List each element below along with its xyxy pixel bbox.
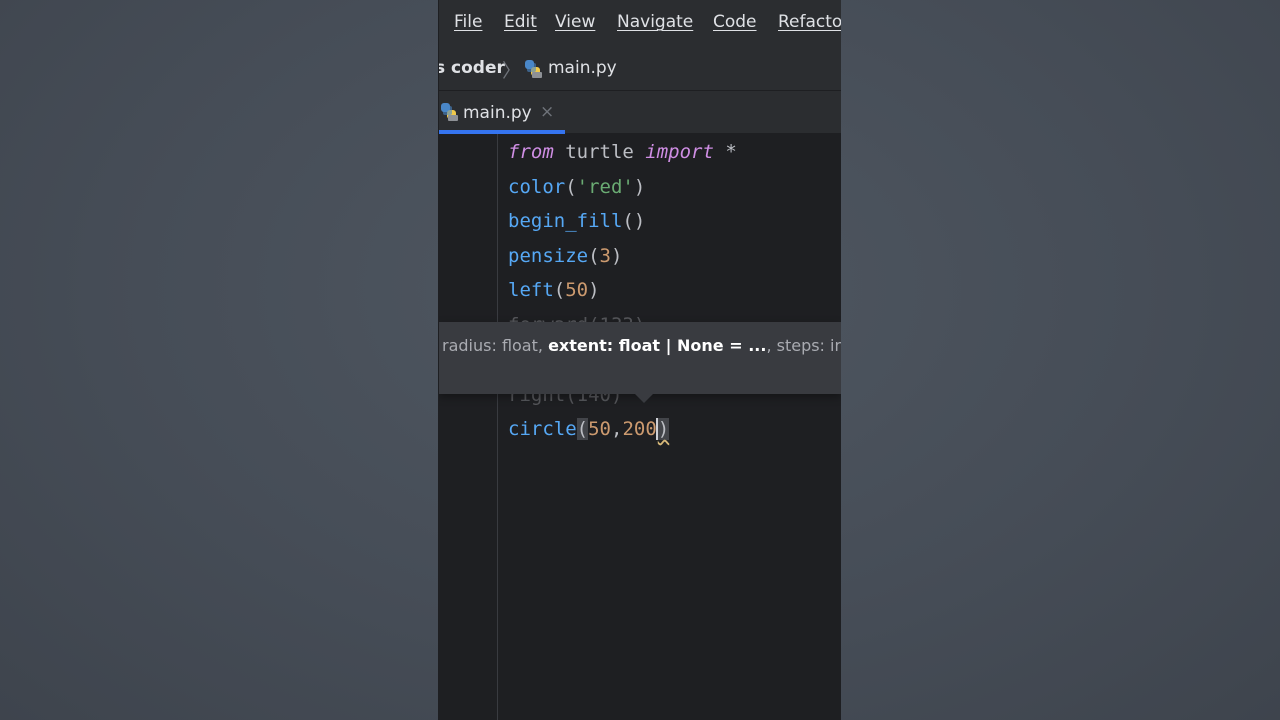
paren-open-highlighted: ( xyxy=(576,418,589,440)
code-line-5: left(50) xyxy=(508,278,600,302)
menu-code[interactable]: Code xyxy=(713,12,757,32)
parameter-info-popup: radius: float, extent: float | None = ..… xyxy=(439,322,841,394)
menu-file[interactable]: File xyxy=(454,12,482,32)
import-star: * xyxy=(713,141,737,163)
menu-navigate[interactable]: Navigate xyxy=(617,12,693,32)
python-file-icon xyxy=(525,60,542,78)
function-name: color xyxy=(508,176,566,198)
number-literal: 50 xyxy=(565,279,589,301)
menu-refactor[interactable]: Refacto xyxy=(778,12,841,32)
popup-pointer-icon xyxy=(635,394,653,403)
code-line-8: circle(50,200) xyxy=(508,417,670,441)
code-line-4: pensize(3) xyxy=(508,244,622,268)
editor-tab-bar: main.py × xyxy=(439,91,841,134)
paren-close: ) xyxy=(588,279,600,301)
tab-label: main.py xyxy=(463,103,532,123)
function-name: pensize xyxy=(508,245,589,267)
number-literal: 200 xyxy=(622,418,657,440)
code-line-1: from turtle import * xyxy=(508,140,737,164)
paren-close: ) xyxy=(633,176,646,198)
breadcrumb-project[interactable]: s coder xyxy=(439,58,505,78)
keyword-from: from xyxy=(508,141,554,163)
paren-open: ( xyxy=(553,279,566,301)
string-literal: 'red' xyxy=(576,176,634,198)
paren-open: ( xyxy=(565,176,577,198)
breadcrumb-file[interactable]: main.py xyxy=(548,58,617,78)
module-name: turtle xyxy=(553,141,646,163)
function-name: left xyxy=(508,279,554,301)
close-icon[interactable]: × xyxy=(540,102,554,122)
breadcrumb-separator-icon: 〉 xyxy=(502,60,522,82)
code-line-2: color('red') xyxy=(508,175,645,199)
menu-edit[interactable]: Edit xyxy=(504,12,537,32)
number-literal: 50 xyxy=(588,418,611,440)
param-hint-before: radius: float, xyxy=(442,336,549,355)
menu-bar: File Edit View Navigate Code Refacto xyxy=(439,0,841,46)
menu-view[interactable]: View xyxy=(555,12,595,32)
code-editor[interactable]: from turtle import * color('red') begin_… xyxy=(439,134,841,720)
number-literal: 3 xyxy=(599,245,611,267)
function-name: begin_fill xyxy=(508,210,623,232)
parameter-hint: radius: float, extent: float | None = ..… xyxy=(442,336,841,355)
line-gutter xyxy=(439,134,498,720)
call-parens: () xyxy=(622,210,646,232)
paren-open: ( xyxy=(588,245,600,267)
paren-close-highlighted: ) xyxy=(655,418,670,440)
param-hint-after: , steps: int xyxy=(766,336,841,355)
navigation-bar: s coder 〉 main.py xyxy=(439,46,841,91)
param-hint-current: extent: float | None = ... xyxy=(548,336,767,355)
python-file-icon xyxy=(441,103,458,121)
tab-main-py[interactable]: main.py × xyxy=(439,91,565,134)
keyword-import: import xyxy=(645,141,714,163)
function-name: circle xyxy=(508,418,577,440)
ide-window: File Edit View Navigate Code Refacto s c… xyxy=(438,0,841,720)
paren-close: ) xyxy=(610,245,623,267)
comma: , xyxy=(610,418,623,440)
code-line-3: begin_fill() xyxy=(508,209,645,233)
